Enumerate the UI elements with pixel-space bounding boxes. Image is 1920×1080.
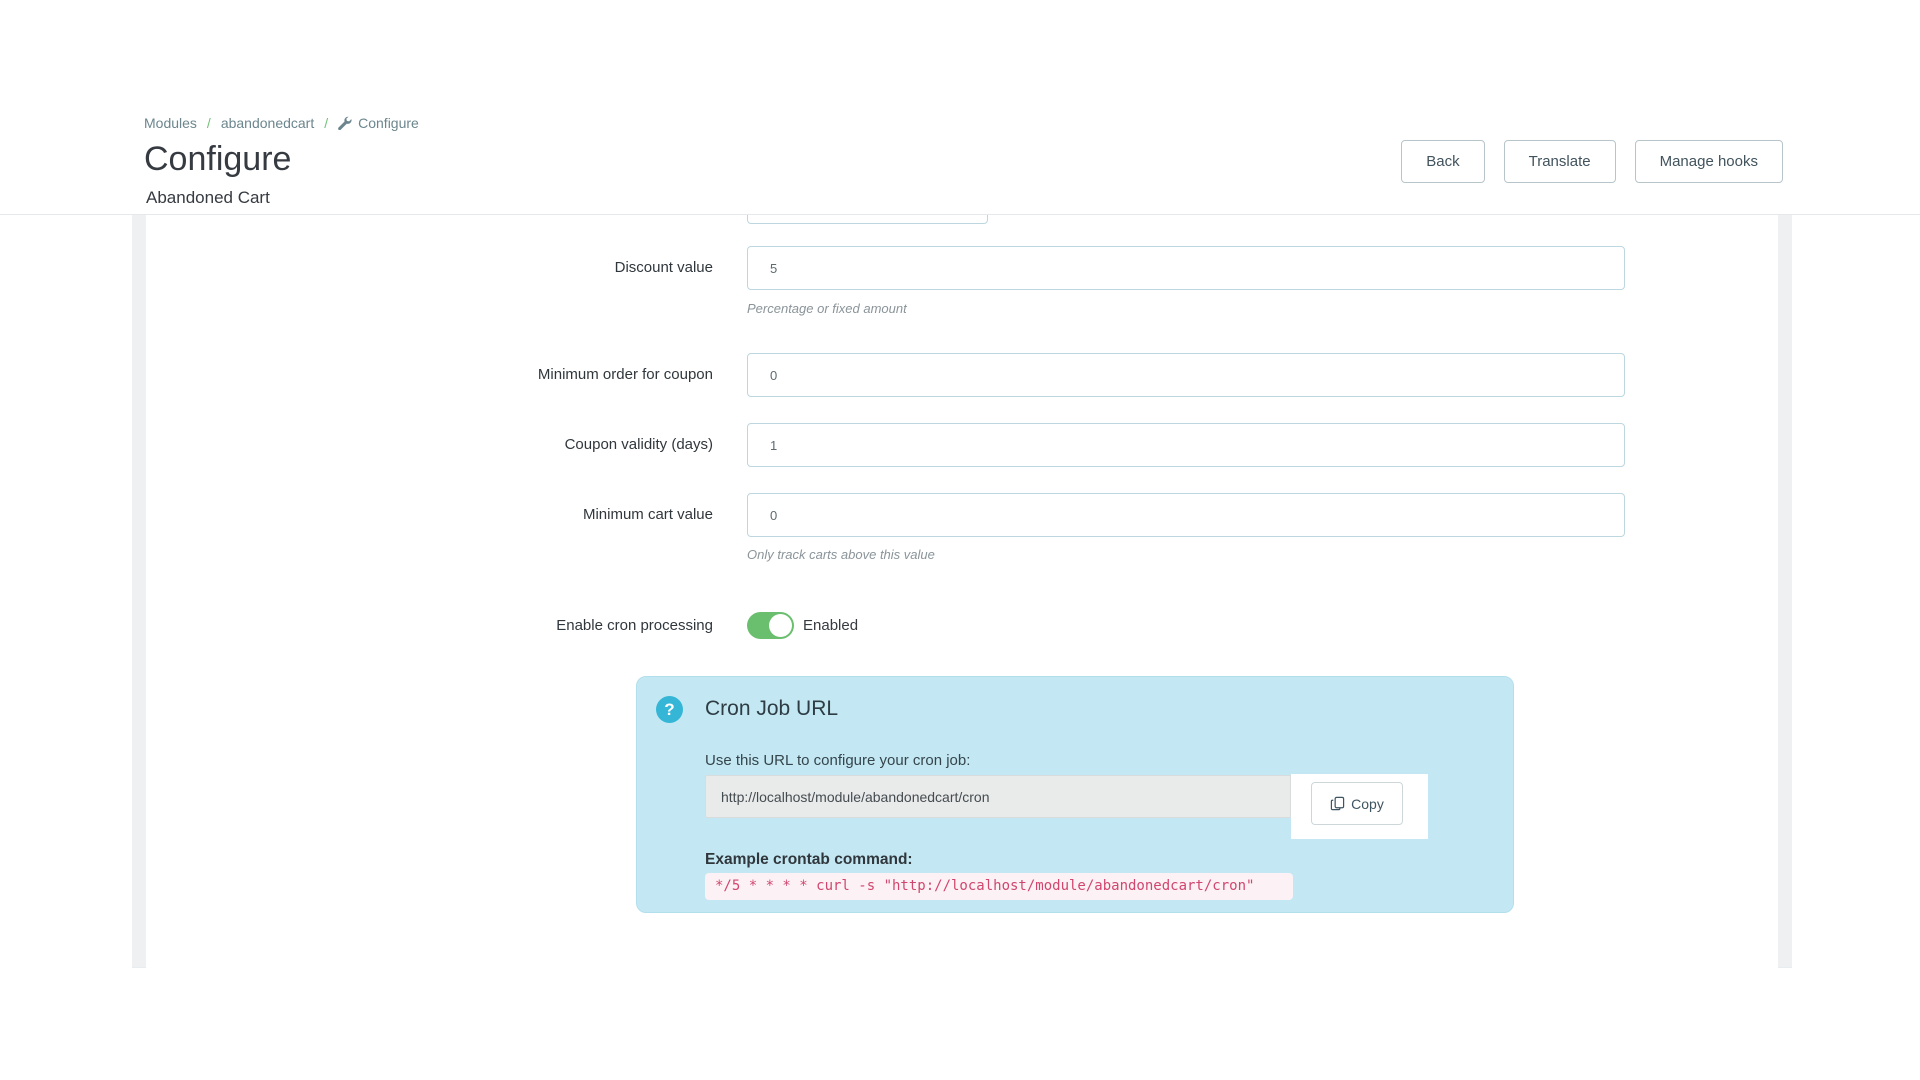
translate-button[interactable]: Translate — [1504, 140, 1616, 183]
enable-cron-label: Enable cron processing — [146, 610, 713, 642]
cron-job-url-panel: ? Cron Job URL Use this URL to configure… — [636, 676, 1514, 913]
discount-value-hint: Percentage or fixed amount — [747, 301, 907, 316]
cron-toggle-switch[interactable] — [747, 612, 794, 639]
coupon-validity-label: Coupon validity (days) — [146, 423, 713, 467]
copy-button-wrap: Copy — [1291, 774, 1428, 839]
copy-button[interactable]: Copy — [1311, 782, 1403, 825]
copy-icon — [1330, 796, 1345, 811]
cron-panel-title: Cron Job URL — [705, 697, 838, 721]
toggle-knob-icon — [769, 614, 792, 637]
clipped-input[interactable] — [747, 215, 988, 224]
breadcrumb-modules[interactable]: Modules — [144, 115, 197, 131]
cron-toggle-state: Enabled — [803, 612, 858, 639]
question-mark-icon: ? — [656, 696, 683, 723]
cron-panel-instruction: Use this URL to configure your cron job: — [705, 752, 970, 769]
minimum-cart-value-input[interactable] — [747, 493, 1625, 537]
breadcrumb-configure: Configure — [358, 115, 419, 131]
manage-hooks-button[interactable]: Manage hooks — [1635, 140, 1783, 183]
breadcrumb-separator: / — [207, 115, 211, 131]
wrench-icon — [338, 116, 352, 130]
discount-value-input[interactable] — [747, 246, 1625, 290]
minimum-order-label: Minimum order for coupon — [146, 353, 713, 397]
config-form-panel: Discount value Percentage or fixed amoun… — [146, 215, 1778, 968]
back-button[interactable]: Back — [1401, 140, 1484, 183]
page-title: Configure — [144, 140, 291, 179]
cron-url-input[interactable] — [705, 775, 1291, 818]
copy-button-label: Copy — [1351, 796, 1384, 812]
crontab-command: */5 * * * * curl -s "http://localhost/mo… — [705, 873, 1293, 900]
minimum-order-input[interactable] — [747, 353, 1625, 397]
page-subtitle: Abandoned Cart — [146, 188, 270, 208]
minimum-cart-value-label: Minimum cart value — [146, 493, 713, 537]
breadcrumb-separator: / — [324, 115, 328, 131]
coupon-validity-input[interactable] — [747, 423, 1625, 467]
page-header: Modules / abandonedcart / Configure Conf… — [0, 0, 1920, 215]
breadcrumb: Modules / abandonedcart / Configure — [144, 115, 419, 131]
content-wrapper: Discount value Percentage or fixed amoun… — [132, 215, 1792, 968]
crontab-label: Example crontab command: — [705, 851, 913, 869]
breadcrumb-module-name[interactable]: abandonedcart — [221, 115, 314, 131]
minimum-cart-value-hint: Only track carts above this value — [747, 547, 935, 562]
header-toolbar: Back Translate Manage hooks — [1401, 140, 1783, 183]
discount-value-label: Discount value — [146, 246, 713, 290]
